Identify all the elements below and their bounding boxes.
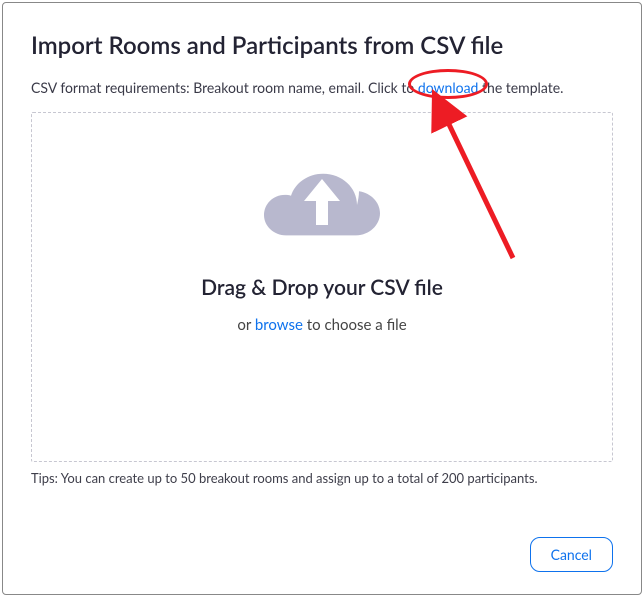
tips-text: Tips: You can create up to 50 breakout r… [31,470,613,486]
dropzone-title: Drag & Drop your CSV file [201,275,443,300]
import-csv-dialog: Import Rooms and Participants from CSV f… [2,2,642,595]
dialog-footer: Cancel [530,537,613,572]
download-template-link[interactable]: download [418,79,479,96]
download-link-wrap: download [418,79,479,96]
dialog-title: Import Rooms and Participants from CSV f… [31,31,613,60]
choose-text: to choose a file [303,316,407,334]
cancel-button[interactable]: Cancel [530,537,613,572]
format-suffix: the template. [478,79,563,96]
or-text: or [237,316,255,334]
format-prefix: CSV format requirements: Breakout room n… [31,79,418,96]
csv-dropzone[interactable]: Drag & Drop your CSV file or browse to c… [31,112,613,462]
browse-link[interactable]: browse [255,316,303,334]
upload-cloud-icon [262,155,382,255]
format-requirements: CSV format requirements: Breakout room n… [31,78,613,98]
dropzone-subtext: or browse to choose a file [237,316,406,334]
